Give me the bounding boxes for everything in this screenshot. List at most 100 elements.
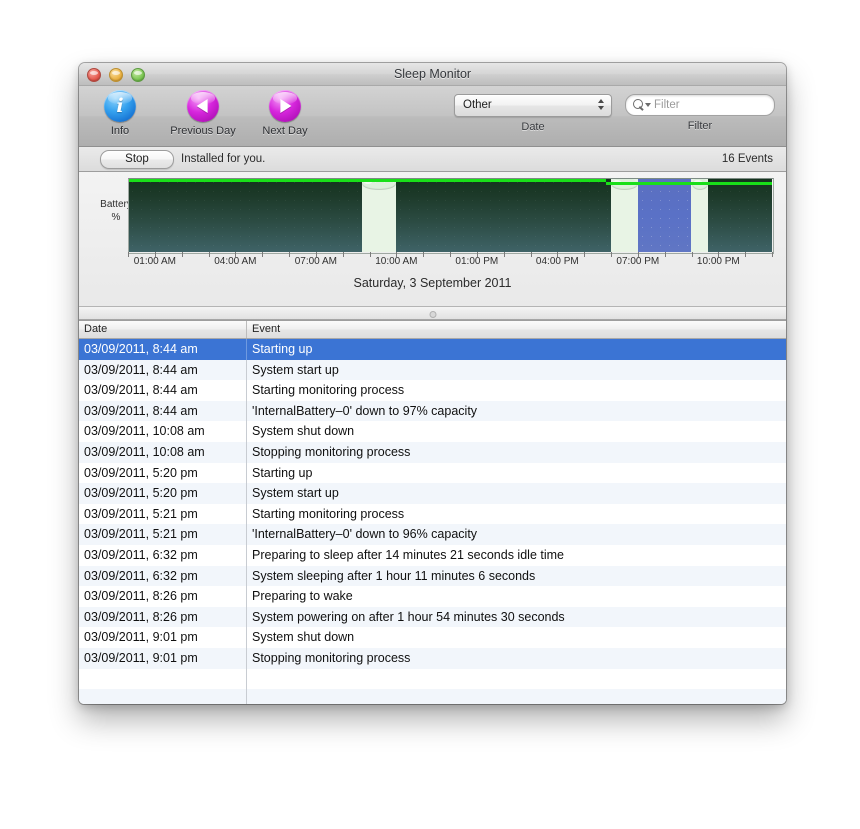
cell-event: Starting monitoring process bbox=[252, 506, 405, 521]
popup-arrows-icon bbox=[597, 99, 604, 112]
chart-band-grid bbox=[637, 178, 692, 252]
pane-splitter[interactable] bbox=[79, 307, 786, 320]
cell-event: Starting monitoring process bbox=[252, 383, 405, 398]
table-row[interactable]: 03/09/2011, 10:08 am Stopping monitoring … bbox=[79, 441, 786, 463]
table-row[interactable]: 03/09/2011, 5:20 pm Starting up bbox=[79, 462, 786, 484]
chart-date-caption: Saturday, 3 September 2011 bbox=[353, 276, 512, 290]
window-titlebar[interactable]: Sleep Monitor bbox=[79, 63, 786, 86]
table-header-row: Date Event bbox=[79, 321, 786, 339]
cell-event: Preparing to wake bbox=[252, 589, 353, 604]
filter-group-label: Filter bbox=[687, 120, 713, 132]
table-row-empty bbox=[79, 689, 786, 704]
cell-date: 03/09/2011, 9:01 pm bbox=[79, 627, 247, 648]
cell-date: 03/09/2011, 9:01 pm bbox=[79, 647, 247, 669]
date-group-label: Date bbox=[521, 121, 545, 133]
events-count-label: 16 Events bbox=[721, 153, 773, 165]
table-row-empty bbox=[79, 668, 786, 690]
cell-date: 03/09/2011, 8:44 am bbox=[79, 400, 247, 422]
minimize-button[interactable] bbox=[109, 68, 123, 82]
stop-button[interactable]: Stop bbox=[100, 150, 174, 169]
cell-event: 'InternalBattery–0' down to 96% capacity bbox=[252, 527, 478, 542]
date-popup-value: Other bbox=[463, 99, 492, 111]
table-row[interactable]: 03/09/2011, 8:26 pm System powering on af… bbox=[79, 606, 786, 628]
table-row[interactable]: 03/09/2011, 6:32 pm Preparing to sleep af… bbox=[79, 544, 786, 566]
cell-date: 03/09/2011, 5:21 pm bbox=[79, 503, 247, 525]
splitter-dimple-icon bbox=[429, 311, 436, 318]
table-row[interactable]: 03/09/2011, 5:21 pm Starting monitoring p… bbox=[79, 503, 786, 525]
sleep-monitor-window: Sleep Monitor i Info Previous Day Next D… bbox=[79, 63, 786, 704]
screenshot-root: Sleep Monitor i Info Previous Day Next D… bbox=[0, 0, 860, 829]
table-row[interactable]: 03/09/2011, 8:44 am 'InternalBattery–0' d… bbox=[79, 400, 786, 422]
cell-event: System start up bbox=[252, 486, 339, 501]
cell-event bbox=[247, 689, 786, 704]
info-button-label: Info bbox=[110, 125, 130, 137]
chart-x-tick-label: 04:00 AM bbox=[214, 256, 257, 267]
toolbar: i Info Previous Day Next Day Other Date … bbox=[79, 86, 786, 147]
info-button[interactable]: i Info bbox=[83, 90, 157, 137]
cell-date: 03/09/2011, 10:08 am bbox=[79, 441, 247, 463]
cell-event: Starting up bbox=[252, 342, 313, 356]
cell-event: System shut down bbox=[252, 630, 355, 645]
status-bar: Stop Installed for you. 16 Events bbox=[79, 147, 786, 172]
chart-plot-area bbox=[128, 178, 772, 252]
chart-x-tick-label: 10:00 PM bbox=[696, 256, 740, 267]
chart-x-tick-label: 01:00 AM bbox=[133, 256, 176, 267]
close-button[interactable] bbox=[87, 68, 101, 82]
table-row[interactable]: 03/09/2011, 5:21 pm 'InternalBattery–0' d… bbox=[79, 524, 786, 545]
status-message: Installed for you. bbox=[181, 153, 266, 165]
next-day-button[interactable]: Next Day bbox=[248, 90, 322, 137]
info-icon: i bbox=[104, 90, 136, 122]
table-row[interactable]: 03/09/2011, 6:32 pm System sleeping after… bbox=[79, 565, 786, 587]
cell-date: 03/09/2011, 8:26 pm bbox=[79, 586, 247, 607]
battery-percent-line bbox=[128, 179, 606, 182]
cell-date: 03/09/2011, 5:21 pm bbox=[79, 524, 247, 545]
cell-date: 03/09/2011, 8:44 am bbox=[79, 339, 247, 360]
table-row[interactable]: 03/09/2011, 5:20 pm System start up bbox=[79, 483, 786, 504]
filter-search-field[interactable]: Filter bbox=[625, 94, 775, 116]
cell-event: 'InternalBattery–0' down to 97% capacity bbox=[252, 403, 478, 418]
cell-date: 03/09/2011, 5:20 pm bbox=[79, 462, 247, 484]
chart-band-sleeping bbox=[637, 178, 692, 252]
cell-event bbox=[247, 669, 786, 690]
search-icon[interactable] bbox=[633, 98, 655, 112]
cell-date bbox=[79, 689, 247, 704]
window-title: Sleep Monitor bbox=[393, 67, 472, 81]
chart-band-running bbox=[128, 178, 363, 252]
table-row[interactable]: 03/09/2011, 8:44 am Starting monitoring p… bbox=[79, 380, 786, 401]
cell-date: 03/09/2011, 10:08 am bbox=[79, 421, 247, 442]
chart-band-running bbox=[707, 178, 772, 252]
battery-percent-line bbox=[605, 182, 772, 185]
cell-event: Stopping monitoring process bbox=[252, 444, 411, 459]
chart-band-grid bbox=[707, 178, 772, 252]
chart-x-tick-label: 07:00 AM bbox=[294, 256, 337, 267]
previous-day-button-label: Previous Day bbox=[170, 125, 236, 137]
chart-x-tick-labels: 01:00 AM 04:00 AM 07:00 AM 10:00 AM 01:00 PM… bbox=[79, 256, 786, 270]
table-body: 03/09/2011, 8:44 am Starting up 03/09/2011… bbox=[79, 339, 786, 704]
column-header-event[interactable]: Event bbox=[247, 321, 786, 338]
table-row[interactable]: 03/09/2011, 8:44 am Starting up bbox=[79, 339, 786, 360]
chart-x-tick-label: 10:00 AM bbox=[375, 256, 418, 267]
cell-event: Stopping monitoring process bbox=[252, 650, 411, 665]
next-day-icon bbox=[269, 90, 301, 122]
date-popup-button[interactable]: Other bbox=[454, 94, 612, 117]
table-row[interactable]: 03/09/2011, 10:08 am System shut down bbox=[79, 421, 786, 442]
column-header-date[interactable]: Date bbox=[79, 321, 247, 338]
table-row[interactable]: 03/09/2011, 8:44 am System start up bbox=[79, 359, 786, 381]
table-row[interactable]: 03/09/2011, 9:01 pm Stopping monitoring p… bbox=[79, 647, 786, 669]
chart-x-tick-label: 07:00 PM bbox=[616, 256, 660, 267]
cell-date: 03/09/2011, 8:26 pm bbox=[79, 606, 247, 628]
date-popup-group: Other Date bbox=[454, 94, 612, 133]
cell-event: Preparing to sleep after 14 minutes 21 s… bbox=[252, 547, 564, 562]
previous-day-button[interactable]: Previous Day bbox=[166, 90, 240, 137]
battery-chart-pane: Battery % 01:00 AM 04:00 AM 07:00 AM 10:00 … bbox=[79, 172, 786, 307]
chart-x-tick-label: 01:00 PM bbox=[455, 256, 499, 267]
filter-input-placeholder: Filter bbox=[654, 99, 680, 111]
table-row[interactable]: 03/09/2011, 8:26 pm Preparing to wake bbox=[79, 586, 786, 607]
filter-group: Filter Filter bbox=[625, 94, 775, 132]
chart-band-running bbox=[396, 178, 611, 252]
chart-x-tick-label: 04:00 PM bbox=[535, 256, 579, 267]
cell-event: System powering on after 1 hour 54 minut… bbox=[252, 609, 565, 624]
previous-day-icon bbox=[187, 90, 219, 122]
zoom-button[interactable] bbox=[131, 68, 145, 82]
table-row[interactable]: 03/09/2011, 9:01 pm System shut down bbox=[79, 627, 786, 648]
